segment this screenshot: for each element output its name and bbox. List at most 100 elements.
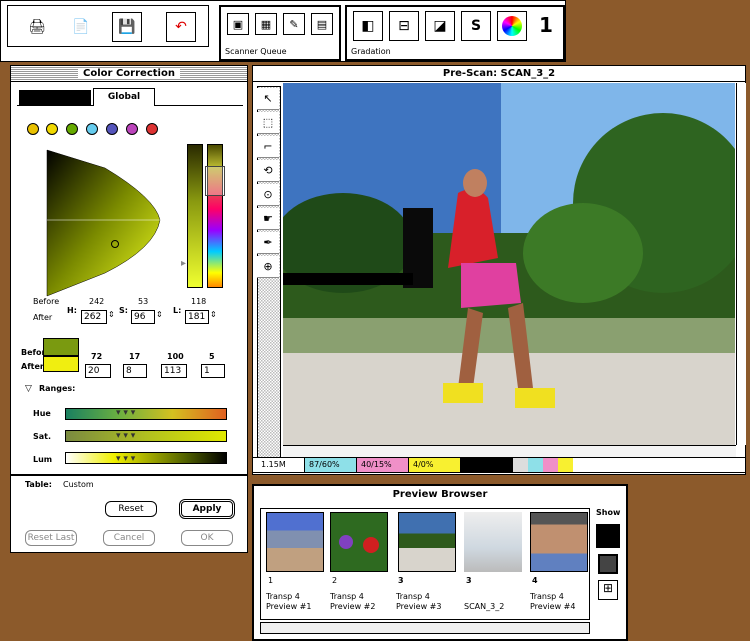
reset-last-button[interactable]: Reset Last — [25, 530, 77, 546]
range-slider-handles[interactable]: ▾ ▾ ▾ ▾ ▾ ▾ ▾ ▾ ▾ — [116, 402, 135, 471]
color-dot-magenta[interactable] — [126, 123, 138, 135]
status-black — [461, 458, 513, 472]
tab-bar: Global — [17, 88, 243, 106]
tab-global[interactable]: Global — [93, 88, 155, 106]
l-before-value: 118 — [191, 297, 207, 306]
thumb-cap2-2: Preview #2 — [330, 602, 376, 611]
s-stepper[interactable]: ⇕ — [156, 310, 163, 319]
l-stepper[interactable]: ⇕ — [210, 310, 217, 319]
luminance-slider-handle[interactable]: ▸ — [181, 258, 186, 269]
channel-after-4[interactable]: 1 — [201, 364, 225, 378]
prescan-status-bar: 1.15M 87/60% 40/15% 4/0% — [252, 457, 746, 473]
eyedropper-tool-icon[interactable]: ✒ — [257, 232, 279, 254]
thumb-cap1-3: Transp 4 — [396, 592, 430, 601]
sat-range-slider[interactable] — [65, 430, 227, 442]
h-stepper[interactable]: ⇕ — [108, 310, 115, 319]
thumb-num-1: 1 — [268, 576, 274, 585]
lum-range-slider[interactable] — [65, 452, 227, 464]
queue-icon-2[interactable]: ▦ — [255, 13, 277, 35]
sat-range-label: Sat. — [33, 432, 52, 441]
h-before-value: 242 — [89, 297, 105, 306]
thumb-cap1-5: Transp 4 — [530, 592, 564, 601]
status-file-size: 1.15M — [253, 458, 305, 472]
channel-after-3[interactable]: 113 — [161, 364, 187, 378]
h-label: H: — [67, 306, 77, 315]
densitometer-tool-icon[interactable]: ⊕ — [257, 256, 279, 278]
apply-button[interactable]: Apply — [179, 499, 235, 519]
scanner-queue-label: Scanner Queue — [225, 47, 287, 56]
after-swatch — [43, 356, 79, 372]
show-large-icon[interactable] — [596, 524, 620, 548]
count-label: 1 — [539, 13, 553, 37]
ranges-label: Ranges: — [39, 384, 76, 393]
channel-after-2[interactable]: 8 — [123, 364, 147, 378]
scan-icon[interactable]: 🖨 — [22, 12, 52, 42]
s-label: S: — [119, 306, 128, 315]
thumb-scan-3-2[interactable] — [464, 512, 522, 572]
lum-range-label: Lum — [33, 455, 53, 464]
channel-before-2: 17 — [129, 352, 141, 361]
channel-after-1[interactable]: 20 — [85, 364, 111, 378]
channel-before-4: 5 — [209, 352, 215, 361]
status-swatches — [513, 458, 573, 472]
queue-icon-4[interactable]: ▤ — [311, 13, 333, 35]
show-medium-icon[interactable] — [598, 554, 618, 574]
color-dot-green[interactable] — [66, 123, 78, 135]
l-after-field[interactable]: 181 — [185, 310, 209, 324]
queue-icon-3[interactable]: ✎ — [283, 13, 305, 35]
prescan-image[interactable] — [283, 83, 735, 445]
color-dot-red[interactable] — [146, 123, 158, 135]
thumb-num-2: 2 — [332, 576, 338, 585]
color-dot-cyan[interactable] — [86, 123, 98, 135]
gradation-icon-3[interactable]: ◪ — [425, 11, 455, 41]
preview-browser-title[interactable]: Preview Browser — [254, 489, 626, 500]
crop-tool-icon[interactable]: ⌐ — [257, 136, 279, 158]
prescan-vertical-scrollbar[interactable] — [736, 83, 746, 445]
thumb-preview-3[interactable] — [398, 512, 456, 572]
bottom-divider — [11, 474, 247, 476]
color-wheel-icon[interactable] — [497, 11, 527, 41]
hue-slider-handle[interactable] — [205, 166, 225, 196]
ok-button[interactable]: OK — [181, 530, 233, 546]
table-value[interactable]: Custom — [63, 480, 94, 489]
rotate-tool-icon[interactable]: ⟲ — [257, 160, 279, 182]
prescan-horizontal-scrollbar[interactable] — [283, 445, 736, 457]
channel-before-3: 100 — [167, 352, 184, 361]
queue-icon-1[interactable]: ▣ — [227, 13, 249, 35]
color-correction-titlebar[interactable]: Color Correction — [11, 66, 247, 82]
document-icon[interactable]: 📄 — [66, 12, 96, 42]
status-cyan: 87/60% — [305, 458, 357, 472]
luminance-bar[interactable] — [187, 144, 203, 288]
thumb-num-3: 3 — [398, 576, 404, 585]
gradation-icon-2[interactable]: ⊟ — [389, 11, 419, 41]
color-dot-yellow[interactable] — [27, 123, 39, 135]
ranges-toggle-icon[interactable]: ▽ — [25, 384, 32, 394]
save-icon[interactable]: 💾 — [112, 12, 142, 42]
cancel-button[interactable]: Cancel — [103, 530, 155, 546]
tab-inactive[interactable] — [19, 90, 91, 106]
main-toolbar: 🖨 📄 💾 ↶ ▣ ▦ ✎ ▤ Scanner Queue ◧ ⊟ ◪ S 1 … — [0, 0, 566, 62]
color-space-chart[interactable] — [45, 148, 161, 298]
thumb-preview-2[interactable] — [330, 512, 388, 572]
thumb-preview-1[interactable] — [266, 512, 324, 572]
undo-icon[interactable]: ↶ — [166, 12, 196, 42]
sharpen-icon[interactable]: S — [461, 11, 491, 41]
hue-range-slider[interactable] — [65, 408, 227, 420]
color-dot-blue[interactable] — [106, 123, 118, 135]
h-after-field[interactable]: 262 — [81, 310, 107, 324]
preview-browser-scrollbar[interactable] — [260, 622, 590, 634]
s-after-field[interactable]: 96 — [131, 310, 155, 324]
color-dot-gold[interactable] — [46, 123, 58, 135]
reset-button[interactable]: Reset — [105, 501, 157, 517]
hand-tool-icon[interactable]: ☛ — [257, 208, 279, 230]
show-list-icon[interactable]: ⊞ — [598, 580, 618, 600]
zoom-tool-icon[interactable]: ⊙ — [257, 184, 279, 206]
thumb-preview-4[interactable] — [530, 512, 588, 572]
gradation-icon-1[interactable]: ◧ — [353, 11, 383, 41]
arrow-tool-icon[interactable]: ↖ — [257, 88, 279, 110]
thumb-cap2-5: Preview #4 — [530, 602, 576, 611]
prescan-titlebar[interactable]: Pre-Scan: SCAN_3_2 — [253, 66, 745, 82]
marquee-tool-icon[interactable]: ⬚ — [257, 112, 279, 134]
swatch-before-label: Befor — [21, 348, 46, 357]
hsl-after-label: After — [33, 313, 53, 322]
